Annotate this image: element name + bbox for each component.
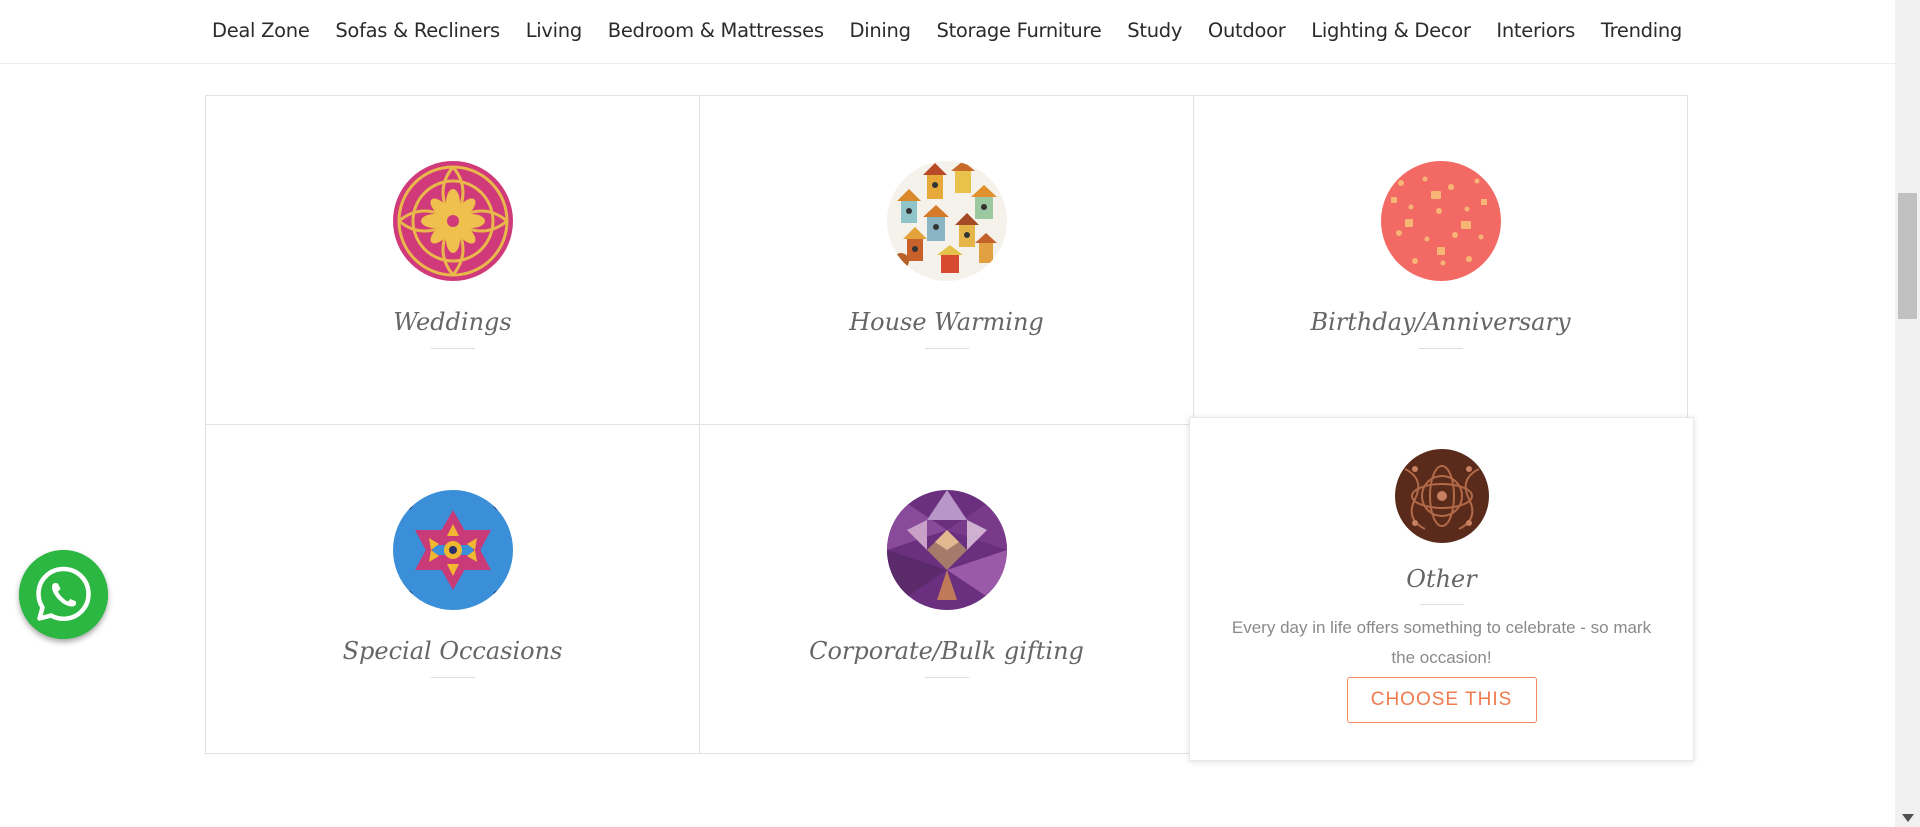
title-underline (1418, 348, 1463, 349)
occasion-card-corporate-bulk-gifting[interactable]: Corporate/Bulk gifting (699, 424, 1194, 754)
nav-items: Deal Zone Sofas & Recliners Living Bedro… (212, 0, 1682, 60)
occasion-card-house-warming[interactable]: House Warming (699, 95, 1194, 425)
kaleidoscope-pattern-icon (392, 490, 513, 610)
weddings-pattern-icon (392, 161, 513, 281)
title-underline (924, 677, 969, 678)
occasion-title: Corporate/Bulk gifting (809, 637, 1084, 665)
whatsapp-icon (19, 550, 108, 639)
occasion-title: Birthday/Anniversary (1310, 308, 1571, 336)
occasion-title: Weddings (393, 308, 512, 336)
birdhouses-pattern-icon (886, 161, 1007, 281)
occasion-card-weddings[interactable]: Weddings (205, 95, 700, 425)
title-underline (924, 348, 969, 349)
top-navigation: Deal Zone Sofas & Recliners Living Bedro… (0, 0, 1895, 64)
nav-item-trending[interactable]: Trending (1601, 19, 1682, 42)
nav-item-study[interactable]: Study (1127, 19, 1182, 42)
crystal-pattern-icon (886, 490, 1007, 610)
page-scrollbar[interactable] (1895, 0, 1920, 827)
occasion-title: Other (1406, 565, 1477, 593)
whatsapp-chat-button[interactable] (19, 550, 108, 639)
scroll-down-arrow-icon[interactable] (1902, 814, 1914, 822)
nav-item-lighting-decor[interactable]: Lighting & Decor (1311, 19, 1471, 42)
occasion-title: Special Occasions (342, 637, 563, 665)
title-underline (1419, 604, 1464, 605)
occasion-card-other[interactable]: Other Every day in life offers something… (1189, 417, 1694, 761)
nav-item-outdoor[interactable]: Outdoor (1208, 19, 1286, 42)
occasion-card-birthday-anniversary[interactable]: Birthday/Anniversary (1193, 95, 1688, 425)
nav-item-living[interactable]: Living (526, 19, 582, 42)
title-underline (430, 348, 475, 349)
nav-item-interiors[interactable]: Interiors (1496, 19, 1575, 42)
scrollbar-thumb[interactable] (1898, 193, 1917, 319)
nav-item-deal-zone[interactable]: Deal Zone (212, 19, 310, 42)
title-underline (430, 677, 475, 678)
occasion-title: House Warming (849, 308, 1044, 336)
nav-item-storage-furniture[interactable]: Storage Furniture (937, 19, 1102, 42)
choose-this-button[interactable]: CHOOSE THIS (1346, 677, 1537, 723)
paisley-pattern-icon (1394, 449, 1489, 543)
birthday-pattern-icon (1380, 161, 1501, 281)
nav-item-dining[interactable]: Dining (850, 19, 911, 42)
nav-item-sofas-recliners[interactable]: Sofas & Recliners (335, 19, 500, 42)
occasion-card-special-occasions[interactable]: Special Occasions (205, 424, 700, 754)
nav-item-bedroom-mattresses[interactable]: Bedroom & Mattresses (608, 19, 824, 42)
occasion-grid: Weddings House Warming Birthday/Annivers… (205, 95, 1694, 761)
occasion-description: Every day in life offers something to ce… (1231, 618, 1652, 667)
